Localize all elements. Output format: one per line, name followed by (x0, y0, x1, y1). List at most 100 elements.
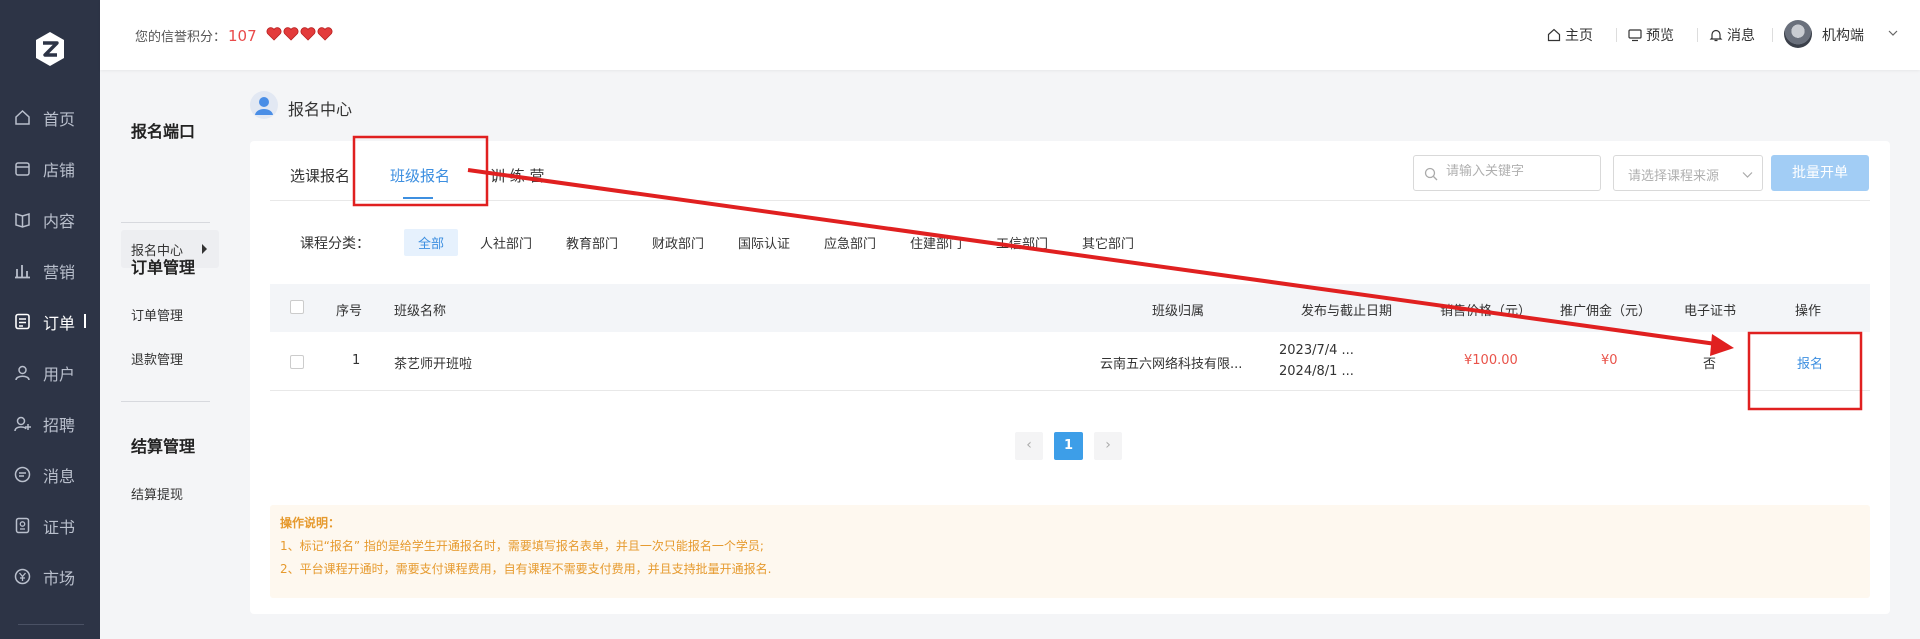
market-icon (14, 568, 31, 585)
column-header: 销售价格（元） (1440, 304, 1532, 319)
heart-icon (283, 27, 299, 41)
subnav-item-withdraw[interactable]: 结算提现 (131, 484, 183, 503)
sidebar: 首页 店铺 内容 营销 订单 用户 招聘 消息 证书 市场 (0, 0, 100, 639)
row-checkbox[interactable] (290, 355, 304, 369)
batch-order-button[interactable]: 批量开单 (1771, 155, 1869, 191)
sidebar-item-orders[interactable]: 订单 (0, 301, 100, 341)
messages-link-label: 消息 (1727, 28, 1755, 44)
column-header: 发布与截止日期 (1301, 304, 1393, 319)
sidebar-item-marketing[interactable]: 营销 (0, 250, 100, 290)
sidebar-item-label: 店铺 (43, 161, 76, 180)
select-all-checkbox[interactable] (290, 300, 304, 314)
book-icon (15, 212, 30, 228)
subnav-heading-signup: 报名端口 (131, 122, 196, 141)
class-owner: 云南五六网络科技有限... (1100, 357, 1243, 372)
column-header: 电子证书 (1684, 304, 1737, 319)
tab-training-camp[interactable]: 训 练 营 (490, 165, 545, 186)
category-item[interactable]: 住建部门 (910, 233, 962, 252)
category-item-all[interactable]: 全部 (404, 229, 459, 256)
sidebar-item-home[interactable]: 首页 (0, 97, 100, 137)
table-header: 序号 班级名称 班级归属 发布与截止日期 销售价格（元） 推广佣金（元） 电子证… (270, 284, 1870, 332)
home-link[interactable]: 主页 (1547, 25, 1593, 45)
search-icon (1424, 167, 1438, 181)
avatar[interactable] (1784, 20, 1812, 48)
sidebar-item-label: 证书 (43, 518, 76, 537)
sidebar-item-label: 内容 (43, 212, 76, 231)
order-icon (15, 313, 30, 330)
user-name[interactable]: 机构端 (1822, 25, 1864, 45)
instruction-line: 2、平台课程开通时，需要支付课程费用，自有课程不需要支付费用，并且支持批量开通报… (280, 562, 772, 576)
subnav-item-refunds[interactable]: 退款管理 (131, 349, 183, 368)
heart-icon (300, 27, 316, 41)
heart-icon (266, 27, 282, 41)
page-number-current[interactable]: 1 (1054, 432, 1083, 460)
divider (1697, 28, 1698, 42)
search-box[interactable] (1413, 155, 1601, 191)
user-icon (15, 365, 30, 381)
instructions-title: 操作说明： (280, 516, 341, 530)
subnav-heading-settlement: 结算管理 (131, 437, 196, 456)
next-page-button[interactable]: › (1094, 432, 1122, 460)
sidebar-item-label: 订单 (43, 314, 76, 333)
divider (1772, 28, 1773, 42)
course-source-select[interactable]: 请选择课程来源 (1613, 155, 1763, 191)
sub-navigation: 报名端口 报名中心 订单管理 订单管理 退款管理 结算管理 结算提现 (100, 70, 230, 639)
signup-action-link[interactable]: 报名 (1797, 353, 1823, 372)
column-header: 推广佣金（元） (1560, 304, 1652, 319)
column-header: 班级归属 (1152, 304, 1205, 319)
preview-link[interactable]: 预览 (1628, 25, 1674, 45)
category-item[interactable]: 应急部门 (824, 233, 876, 252)
sidebar-item-label: 用户 (43, 365, 76, 384)
home-link-label: 主页 (1565, 28, 1593, 44)
recruit-icon (14, 416, 31, 432)
category-label: 课程分类： (300, 236, 370, 252)
sidebar-item-label: 营销 (43, 263, 76, 282)
category-item[interactable]: 财政部门 (652, 233, 704, 252)
message-icon (14, 466, 31, 483)
instruction-line: 1、标记“报名” 指的是给学生开通报名时，需要填写报名表单，并且一次只能报名一个… (280, 539, 764, 553)
column-header: 班级名称 (394, 304, 447, 319)
divider (18, 624, 84, 625)
divider (270, 200, 1870, 201)
sidebar-item-label: 消息 (43, 467, 76, 486)
certificate-status: 否 (1703, 357, 1717, 372)
category-item[interactable]: 人社部门 (480, 233, 532, 252)
subnav-item-order-management[interactable]: 订单管理 (131, 305, 183, 324)
sidebar-item-messages[interactable]: 消息 (0, 454, 100, 494)
sidebar-item-certificates[interactable]: 证书 (0, 505, 100, 545)
divider (121, 401, 210, 402)
preview-link-label: 预览 (1646, 28, 1674, 44)
category-item[interactable]: 国际认证 (738, 233, 790, 252)
user-icon (250, 91, 278, 119)
table-row: 1 茶艺师开班啦 云南五六网络科技有限... 2023/7/4 ... 2024… (270, 332, 1870, 391)
messages-link[interactable]: 消息 (1709, 25, 1755, 45)
search-input[interactable] (1446, 164, 1596, 179)
chevron-down-icon[interactable] (1888, 28, 1898, 38)
sidebar-item-label: 招聘 (43, 416, 76, 435)
logo-icon[interactable] (31, 30, 69, 68)
main-card: 选课报名 班级报名 训 练 营 请选择课程来源 批量开单 课程分类： 全部 人社… (250, 141, 1890, 614)
divider (121, 222, 210, 223)
tab-class-signup[interactable]: 班级报名 (390, 165, 450, 186)
breadcrumb: 报名中心 (288, 100, 353, 119)
top-bar: 您的信誉积分： 107 主页 预览 消息 机构端 (100, 0, 1920, 70)
category-item[interactable]: 其它部门 (1082, 233, 1134, 252)
active-tab-underline (403, 197, 433, 199)
active-indicator (84, 314, 86, 328)
heart-icon (317, 27, 333, 41)
sidebar-item-recruit[interactable]: 招聘 (0, 403, 100, 443)
sidebar-item-market[interactable]: 市场 (0, 556, 100, 596)
tab-course-signup[interactable]: 选课报名 (290, 165, 350, 186)
sidebar-item-shop[interactable]: 店铺 (0, 148, 100, 188)
sidebar-item-label: 首页 (43, 110, 76, 129)
sidebar-item-users[interactable]: 用户 (0, 352, 100, 392)
category-item[interactable]: 工信部门 (996, 233, 1048, 252)
prev-page-button[interactable]: ‹ (1015, 432, 1043, 460)
credit-hearts (266, 27, 333, 41)
sale-price: ¥100.00 (1464, 353, 1518, 368)
column-header: 操作 (1795, 304, 1822, 319)
category-item[interactable]: 教育部门 (566, 233, 618, 252)
subnav-heading-orders: 订单管理 (131, 258, 196, 277)
sidebar-item-content[interactable]: 内容 (0, 199, 100, 239)
chevron-down-icon (1742, 172, 1753, 178)
